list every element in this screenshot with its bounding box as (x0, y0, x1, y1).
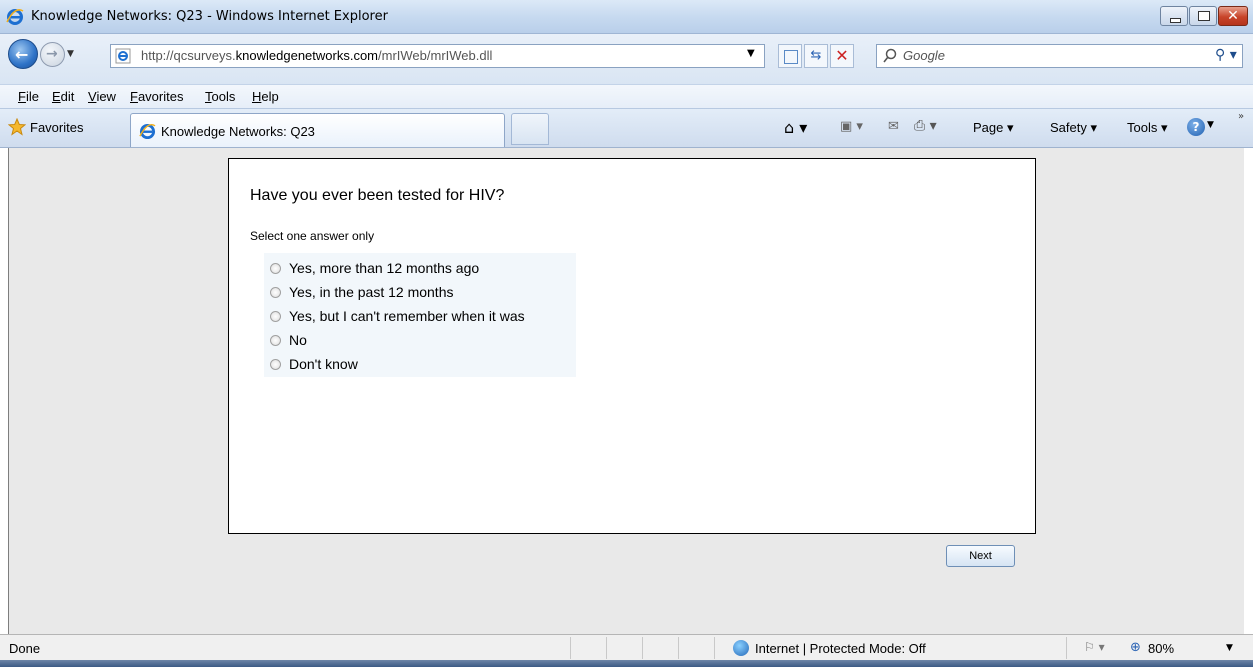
help-icon[interactable]: ? (1187, 118, 1205, 136)
minimize-icon (1170, 18, 1181, 23)
search-icon (883, 48, 897, 63)
answer-label: No (289, 332, 307, 348)
internet-zone-icon (733, 640, 749, 656)
address-domain: knowledgenetworks.com (235, 48, 379, 63)
menu-favorites[interactable]: Favorites (130, 89, 183, 104)
status-divider (1066, 637, 1067, 659)
page-menu-button[interactable]: Page ▾ (973, 120, 1014, 136)
radio-button[interactable] (270, 286, 281, 298)
tools-menu-button[interactable]: Tools ▾ (1127, 120, 1168, 136)
radio-button[interactable] (270, 358, 281, 370)
restore-button[interactable] (1189, 6, 1217, 26)
menu-edit[interactable]: Edit (52, 89, 74, 104)
tab-label: Knowledge Networks: Q23 (161, 124, 315, 139)
home-icon[interactable]: ⌂ ▾ (784, 118, 807, 137)
survey-panel: Have you ever been tested for HIV? Selec… (228, 158, 1036, 534)
recent-pages-dropdown[interactable]: ▼ (67, 49, 74, 59)
status-divider (714, 637, 715, 659)
answer-option[interactable]: Yes, but I can't remember when it was (270, 305, 525, 327)
help-dropdown-icon[interactable]: ▼ (1207, 120, 1214, 130)
new-tab-button[interactable] (511, 113, 549, 145)
status-bar: Done Internet | Protected Mode: Off ⚐ ▾ … (0, 634, 1253, 660)
popup-blocker-icon[interactable]: ⚐ ▾ (1084, 640, 1105, 654)
close-button[interactable]: ✕ (1218, 6, 1248, 26)
refresh-button[interactable]: ⇆ (804, 44, 828, 68)
taskbar (0, 660, 1253, 667)
back-button[interactable]: ← (8, 39, 38, 69)
radio-button[interactable] (270, 310, 281, 322)
stop-icon: ✕ (835, 46, 849, 65)
answer-list: Yes, more than 12 months ago Yes, in the… (264, 253, 576, 377)
navigation-bar: ← → ▼ http://qcsurveys.knowledgenetworks… (0, 34, 1253, 84)
close-icon: ✕ (1227, 8, 1239, 24)
search-go-icon[interactable]: ⚲ ▾ (1215, 47, 1237, 63)
favorites-bar: Favorites Knowledge Networks: Q23 ⌂ ▾ ▣ … (0, 108, 1253, 148)
search-input-placeholder[interactable]: Google (903, 48, 945, 63)
answer-option[interactable]: Don't know (270, 353, 358, 375)
answer-label: Don't know (289, 356, 358, 372)
address-bar[interactable]: http://qcsurveys.knowledgenetworks.com/m… (110, 44, 765, 68)
forward-arrow-icon: → (46, 46, 58, 62)
address-url[interactable]: http://qcsurveys.knowledgenetworks.com/m… (141, 48, 492, 63)
title-bar: Knowledge Networks: Q23 - Windows Intern… (0, 0, 1253, 34)
stop-button[interactable]: ✕ (830, 44, 854, 68)
menu-bar: File Edit View Favorites Tools Help (0, 84, 1253, 108)
compatibility-view-button[interactable] (778, 44, 802, 68)
radio-button[interactable] (270, 334, 281, 346)
answer-option[interactable]: Yes, in the past 12 months (270, 281, 453, 303)
refresh-icon: ⇆ (810, 48, 822, 63)
menu-view[interactable]: View (88, 89, 116, 104)
menu-file[interactable]: File (18, 89, 39, 104)
answer-label: Yes, in the past 12 months (289, 284, 454, 300)
minimize-button[interactable] (1160, 6, 1188, 26)
status-divider (642, 637, 643, 659)
zoom-icon: ⊕ (1130, 640, 1141, 655)
favorites-button[interactable]: Favorites (30, 120, 83, 135)
favorites-star-icon[interactable] (8, 118, 26, 136)
page-content: Have you ever been tested for HIV? Selec… (8, 148, 1244, 634)
mail-icon[interactable]: ✉ (888, 119, 899, 134)
address-path: /mrIWeb/mrIWeb.dll (378, 48, 493, 63)
page-icon (115, 48, 131, 64)
status-divider (606, 637, 607, 659)
search-box[interactable]: Google ⚲ ▾ (876, 44, 1243, 68)
radio-button[interactable] (270, 262, 281, 274)
print-icon[interactable]: ⎙ ▾ (914, 118, 937, 134)
tab-ie-icon (139, 123, 156, 140)
next-button[interactable]: Next (946, 545, 1015, 567)
menu-help[interactable]: Help (252, 89, 279, 104)
status-divider (570, 637, 571, 659)
zoom-level[interactable]: 80% (1148, 641, 1174, 656)
question-text: Have you ever been tested for HIV? (250, 187, 505, 204)
safety-menu-button[interactable]: Safety ▾ (1050, 120, 1097, 136)
window-title: Knowledge Networks: Q23 - Windows Intern… (31, 9, 388, 24)
toolbar-overflow-icon[interactable]: » (1238, 111, 1244, 122)
compatibility-icon (784, 50, 798, 64)
status-text: Done (9, 641, 41, 656)
forward-button[interactable]: → (40, 42, 65, 67)
address-dropdown-icon[interactable]: ▼ (747, 48, 755, 59)
tab-knowledge-networks[interactable]: Knowledge Networks: Q23 (130, 113, 505, 147)
instruction-text: Select one answer only (250, 229, 375, 243)
feeds-icon[interactable]: ▣ ▾ (840, 119, 863, 134)
status-divider (678, 637, 679, 659)
ie-logo-icon (6, 9, 24, 25)
zoom-dropdown-icon[interactable]: ▼ (1226, 643, 1233, 653)
back-arrow-icon: ← (15, 45, 29, 64)
answer-label: Yes, but I can't remember when it was (289, 308, 525, 324)
answer-label: Yes, more than 12 months ago (289, 260, 480, 276)
answer-option[interactable]: Yes, more than 12 months ago (270, 257, 479, 279)
menu-tools[interactable]: Tools (205, 89, 235, 104)
security-zone[interactable]: Internet | Protected Mode: Off (755, 641, 926, 656)
restore-icon (1198, 11, 1210, 21)
address-prefix: http://qcsurveys. (141, 48, 236, 63)
answer-option[interactable]: No (270, 329, 307, 351)
